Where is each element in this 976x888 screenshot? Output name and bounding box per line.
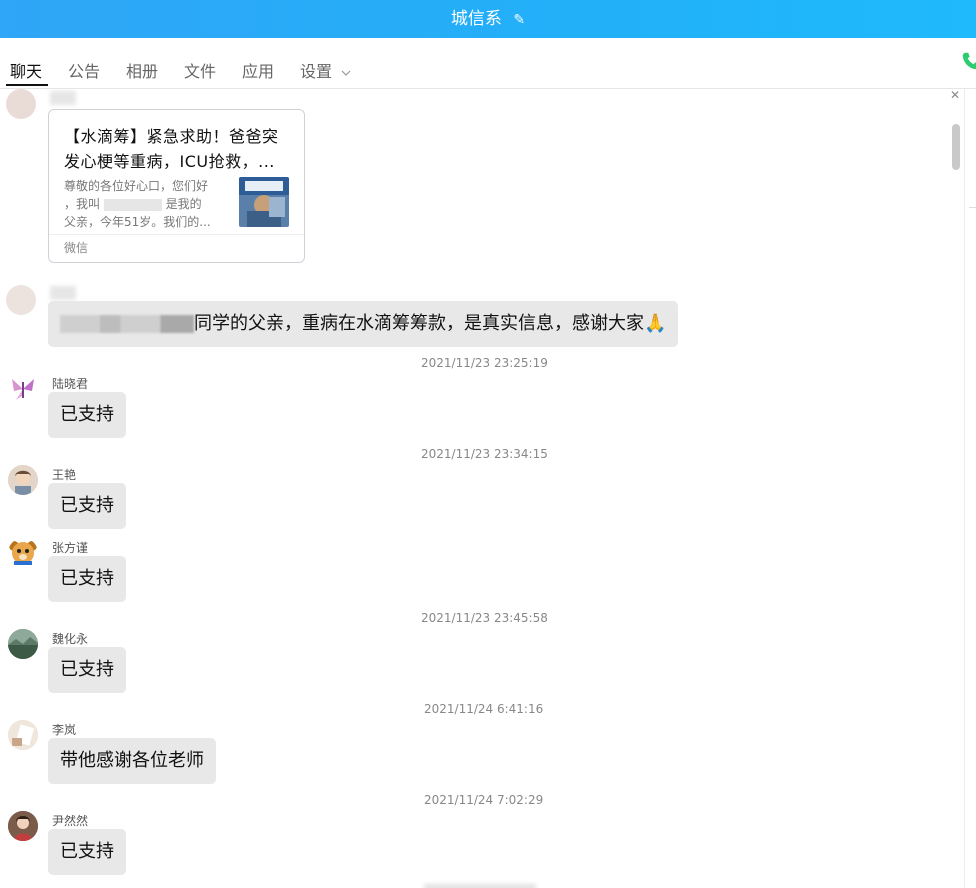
link-card-title: 【水滴筹】紧急求助！爸爸突发心梗等重病，ICU抢救，... bbox=[64, 127, 279, 171]
message-text: 已支持 bbox=[60, 495, 114, 516]
redacted-name bbox=[103, 198, 162, 211]
avatar[interactable] bbox=[8, 538, 38, 568]
sender-name: 尹然然 bbox=[52, 814, 89, 828]
message-timestamp: 2021/11/24 7:02:29 bbox=[424, 793, 544, 807]
link-card-description: 尊敬的各位好心口，您们好 ，我叫 是我的 父亲，今年51岁。我们的... bbox=[64, 177, 224, 231]
group-title: 城信系 bbox=[450, 9, 502, 29]
sender-name: 张方谨 bbox=[52, 541, 89, 555]
tab-settings[interactable]: 设置 bbox=[300, 58, 351, 82]
side-panel-edge bbox=[964, 89, 976, 888]
link-card-desc-line: 父亲，今年51岁。我们的... bbox=[64, 215, 211, 229]
message-text: 已支持 bbox=[60, 568, 114, 589]
message-bubble[interactable]: 同学的父亲，重病在水滴筹筹款，是真实信息，感谢大家🙏 bbox=[48, 301, 679, 347]
link-card-desc-fragment: ，我叫 bbox=[64, 197, 101, 211]
avatar[interactable] bbox=[6, 285, 36, 315]
message-text: 已支持 bbox=[60, 841, 114, 862]
tab-bar: 聊天 公告 相册 文件 应用 设置 bbox=[0, 38, 976, 89]
message-bubble[interactable]: 带他感谢各位老师 bbox=[48, 738, 216, 784]
avatar[interactable] bbox=[6, 89, 36, 119]
side-panel-divider bbox=[969, 207, 976, 208]
cut-off-timestamp bbox=[424, 884, 536, 888]
tab-settings-label: 设置 bbox=[300, 62, 333, 81]
tab-apps[interactable]: 应用 bbox=[242, 58, 274, 82]
message-bubble[interactable]: 已支持 bbox=[48, 829, 126, 875]
link-card-desc-line: 尊敬的各位好心口，您们好 bbox=[64, 179, 209, 193]
tab-chat[interactable]: 聊天 bbox=[10, 58, 42, 82]
active-tab-indicator bbox=[6, 84, 48, 86]
avatar[interactable] bbox=[8, 465, 38, 495]
message-bubble[interactable]: 已支持 bbox=[48, 556, 126, 602]
message-text: 带他感谢各位老师 bbox=[60, 750, 204, 771]
tab-announcement[interactable]: 公告 bbox=[68, 58, 100, 82]
message-bubble[interactable]: 已支持 bbox=[48, 647, 126, 693]
message-timestamp: 2021/11/24 6:41:16 bbox=[424, 702, 544, 716]
message-text: 已支持 bbox=[60, 659, 114, 680]
sender-name: 李岚 bbox=[52, 723, 77, 737]
chat-scrollbar[interactable] bbox=[952, 124, 960, 170]
avatar[interactable] bbox=[8, 720, 38, 750]
message-timestamp: 2021/11/23 23:25:19 bbox=[421, 356, 548, 370]
link-card-thumbnail bbox=[239, 177, 289, 227]
sender-name-redacted bbox=[50, 91, 76, 105]
avatar[interactable] bbox=[8, 811, 38, 841]
link-card-divider bbox=[49, 234, 304, 235]
redacted-name bbox=[60, 315, 194, 333]
link-card[interactable]: 【水滴筹】紧急求助！爸爸突发心梗等重病，ICU抢救，... 尊敬的各位好心口，您… bbox=[48, 109, 305, 263]
edit-title-icon[interactable]: ✎ bbox=[513, 1, 525, 39]
message-bubble[interactable]: 已支持 bbox=[48, 483, 126, 529]
message-timestamp: 2021/11/23 23:45:58 bbox=[421, 611, 548, 625]
sender-name: 魏化永 bbox=[52, 632, 89, 646]
chevron-down-icon bbox=[341, 70, 351, 76]
message-bubble[interactable]: 已支持 bbox=[48, 392, 126, 438]
sender-name: 王艳 bbox=[52, 468, 77, 482]
avatar[interactable] bbox=[8, 629, 38, 659]
link-card-source: 微信 bbox=[64, 241, 89, 255]
window-titlebar: 城信系 ✎ bbox=[0, 0, 976, 38]
link-card-desc-line: ，我叫 是我的 bbox=[64, 195, 224, 213]
tab-album[interactable]: 相册 bbox=[126, 58, 158, 82]
link-card-desc-fragment: 是我的 bbox=[165, 197, 202, 211]
message-timestamp: 2021/11/23 23:34:15 bbox=[421, 447, 548, 461]
message-text: 同学的父亲，重病在水滴筹筹款，是真实信息，感谢大家🙏 bbox=[194, 313, 667, 334]
message-text: 已支持 bbox=[60, 404, 114, 425]
avatar[interactable] bbox=[8, 374, 38, 404]
close-icon[interactable]: ✕ bbox=[950, 88, 960, 102]
sender-name: 陆晓君 bbox=[52, 377, 89, 391]
sender-name-redacted bbox=[50, 286, 76, 300]
tab-files[interactable]: 文件 bbox=[184, 58, 216, 82]
phone-call-icon[interactable] bbox=[960, 50, 976, 72]
chat-message-list[interactable]: 【水滴筹】紧急求助！爸爸突发心梗等重病，ICU抢救，... 尊敬的各位好心口，您… bbox=[0, 89, 950, 888]
